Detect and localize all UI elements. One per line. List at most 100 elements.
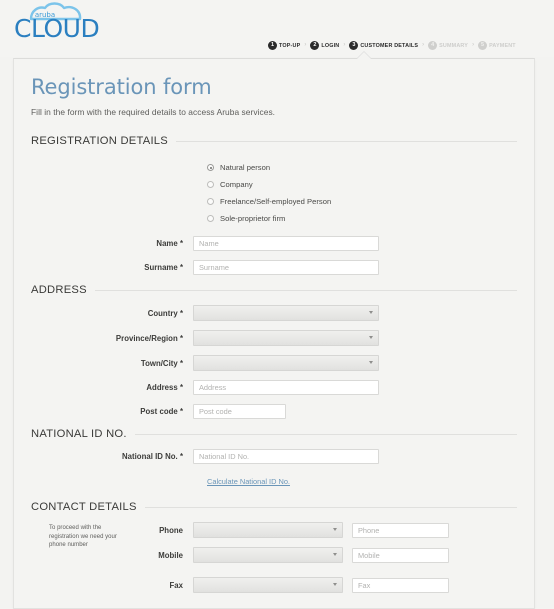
step-number: 1 [268, 41, 277, 50]
step-label: PAYMENT [489, 42, 516, 49]
section-divider [134, 433, 517, 435]
step-login[interactable]: 2 LOGIN [310, 41, 339, 50]
field-label-fax: Fax [169, 580, 183, 590]
radio-natural-person[interactable]: Natural person [207, 159, 517, 176]
radio-button-icon[interactable] [207, 164, 214, 171]
province-region-select[interactable] [193, 330, 379, 346]
section-title: NATIONAL ID NO. [31, 428, 127, 440]
field-row-national-id: National ID No. * [31, 449, 517, 464]
contact-details-body: To proceed with the registration we need… [31, 522, 517, 593]
phone-input[interactable] [352, 522, 449, 538]
required-marker: * [179, 358, 183, 368]
section-header: NATIONAL ID NO. [31, 428, 517, 440]
logo-graphic: aruba CLOUD [14, 2, 100, 41]
field-label-name: Name * [156, 239, 183, 248]
field-row-town-city: Town/City * [31, 355, 517, 371]
required-marker: * [179, 407, 183, 416]
phone-prefix-select[interactable] [193, 522, 343, 538]
country-select[interactable] [193, 305, 379, 321]
field-label-town-city: Town/City * [140, 358, 183, 368]
field-label-post-code: Post code * [140, 407, 183, 416]
required-marker: * [179, 239, 183, 248]
town-city-select[interactable] [193, 355, 379, 371]
step-summary[interactable]: 4 SUMMARY [428, 41, 468, 50]
radio-button-icon[interactable] [207, 198, 214, 205]
field-row-fax: Fax [31, 577, 517, 593]
registration-card: Registration form Fill in the form with … [13, 52, 535, 609]
step-label: TOP-UP [279, 42, 301, 49]
radio-button-icon[interactable] [207, 181, 214, 188]
required-marker: * [179, 263, 183, 272]
step-number: 5 [478, 41, 488, 50]
calculate-national-id-row: Calculate National ID No. [31, 471, 517, 489]
field-label-province-region: Province/Region * [115, 333, 183, 343]
calculate-national-id-link[interactable]: Calculate National ID No. [207, 477, 290, 486]
card-notch-icon [357, 52, 371, 59]
step-number: 2 [310, 41, 320, 50]
required-marker: * [179, 383, 183, 392]
radio-label: Company [220, 180, 253, 189]
surname-input[interactable] [193, 260, 379, 275]
chevron-down-icon [369, 336, 373, 339]
page-subtitle: Fill in the form with the required detai… [31, 107, 276, 117]
step-separator-icon: › [422, 42, 425, 48]
aruba-cloud-logo[interactable]: aruba CLOUD [11, 1, 105, 41]
chevron-down-icon [369, 311, 373, 314]
section-divider [144, 506, 517, 508]
radio-label: Freelance/Self-employed Person [220, 197, 332, 206]
progress-steps: 1 TOP-UP › 2 LOGIN › 3 CUSTOMER DETAILS … [268, 41, 516, 50]
field-label-country: Country * [147, 308, 183, 318]
required-marker: * [179, 308, 183, 318]
radio-company[interactable]: Company [207, 176, 517, 193]
field-label-national-id: National ID No. * [122, 452, 183, 461]
step-separator-icon: › [472, 42, 475, 48]
section-divider [176, 140, 517, 142]
registration-type-radio-group: Natural person Company Freelance/Self-em… [31, 156, 517, 227]
svg-text:CLOUD: CLOUD [14, 14, 99, 41]
required-marker: * [179, 452, 183, 461]
field-row-country: Country * [31, 305, 517, 321]
post-code-input[interactable] [193, 404, 286, 419]
fax-input[interactable] [352, 577, 449, 593]
radio-freelance-self-employed[interactable]: Freelance/Self-employed Person [207, 193, 517, 210]
mobile-prefix-select[interactable] [193, 547, 343, 563]
step-top-up[interactable]: 1 TOP-UP [268, 41, 300, 50]
chevron-down-icon [333, 528, 337, 531]
radio-label: Sole-proprietor firm [220, 214, 286, 223]
national-id-input[interactable] [193, 449, 379, 464]
step-label: CUSTOMER DETAILS [360, 42, 419, 49]
radio-sole-proprietor-firm[interactable]: Sole-proprietor firm [207, 210, 517, 227]
section-address: ADDRESS Country * Province/Region * Town… [31, 284, 517, 419]
radio-button-icon[interactable] [207, 215, 214, 222]
section-national-id: NATIONAL ID NO. National ID No. * Calcul… [31, 428, 517, 489]
field-row-post-code: Post code * [31, 404, 517, 419]
fax-prefix-select[interactable] [193, 577, 343, 593]
address-input[interactable] [193, 380, 379, 395]
step-separator-icon: › [304, 42, 307, 48]
step-number: 3 [349, 41, 359, 50]
step-label: LOGIN [321, 42, 340, 49]
page-title: Registration form [31, 75, 212, 99]
section-header: REGISTRATION DETAILS [31, 135, 517, 147]
step-customer-details[interactable]: 3 CUSTOMER DETAILS [349, 41, 418, 50]
section-header: CONTACT DETAILS [31, 501, 517, 513]
mobile-input[interactable] [352, 547, 449, 563]
contact-hint-text: To proceed with the registration we need… [49, 525, 117, 549]
step-label: SUMMARY [439, 42, 469, 49]
field-row-name: Name * [31, 236, 517, 251]
section-divider [94, 289, 517, 291]
section-title: ADDRESS [31, 284, 87, 296]
section-registration-details: REGISTRATION DETAILS Natural person Comp… [31, 135, 517, 275]
field-row-surname: Surname * [31, 260, 517, 275]
step-payment[interactable]: 5 PAYMENT [478, 41, 516, 50]
required-marker: * [179, 333, 183, 343]
section-header: ADDRESS [31, 284, 517, 296]
field-label-mobile: Mobile [158, 550, 183, 560]
section-contact-details: CONTACT DETAILS To proceed with the regi… [31, 501, 517, 593]
name-input[interactable] [193, 236, 379, 251]
section-title: CONTACT DETAILS [31, 501, 137, 513]
chevron-down-icon [369, 361, 373, 364]
chevron-down-icon [333, 583, 337, 586]
top-bar: aruba CLOUD 1 TOP-UP › 2 LOGIN › 3 CUSTO… [0, 0, 554, 57]
field-row-province-region: Province/Region * [31, 330, 517, 346]
